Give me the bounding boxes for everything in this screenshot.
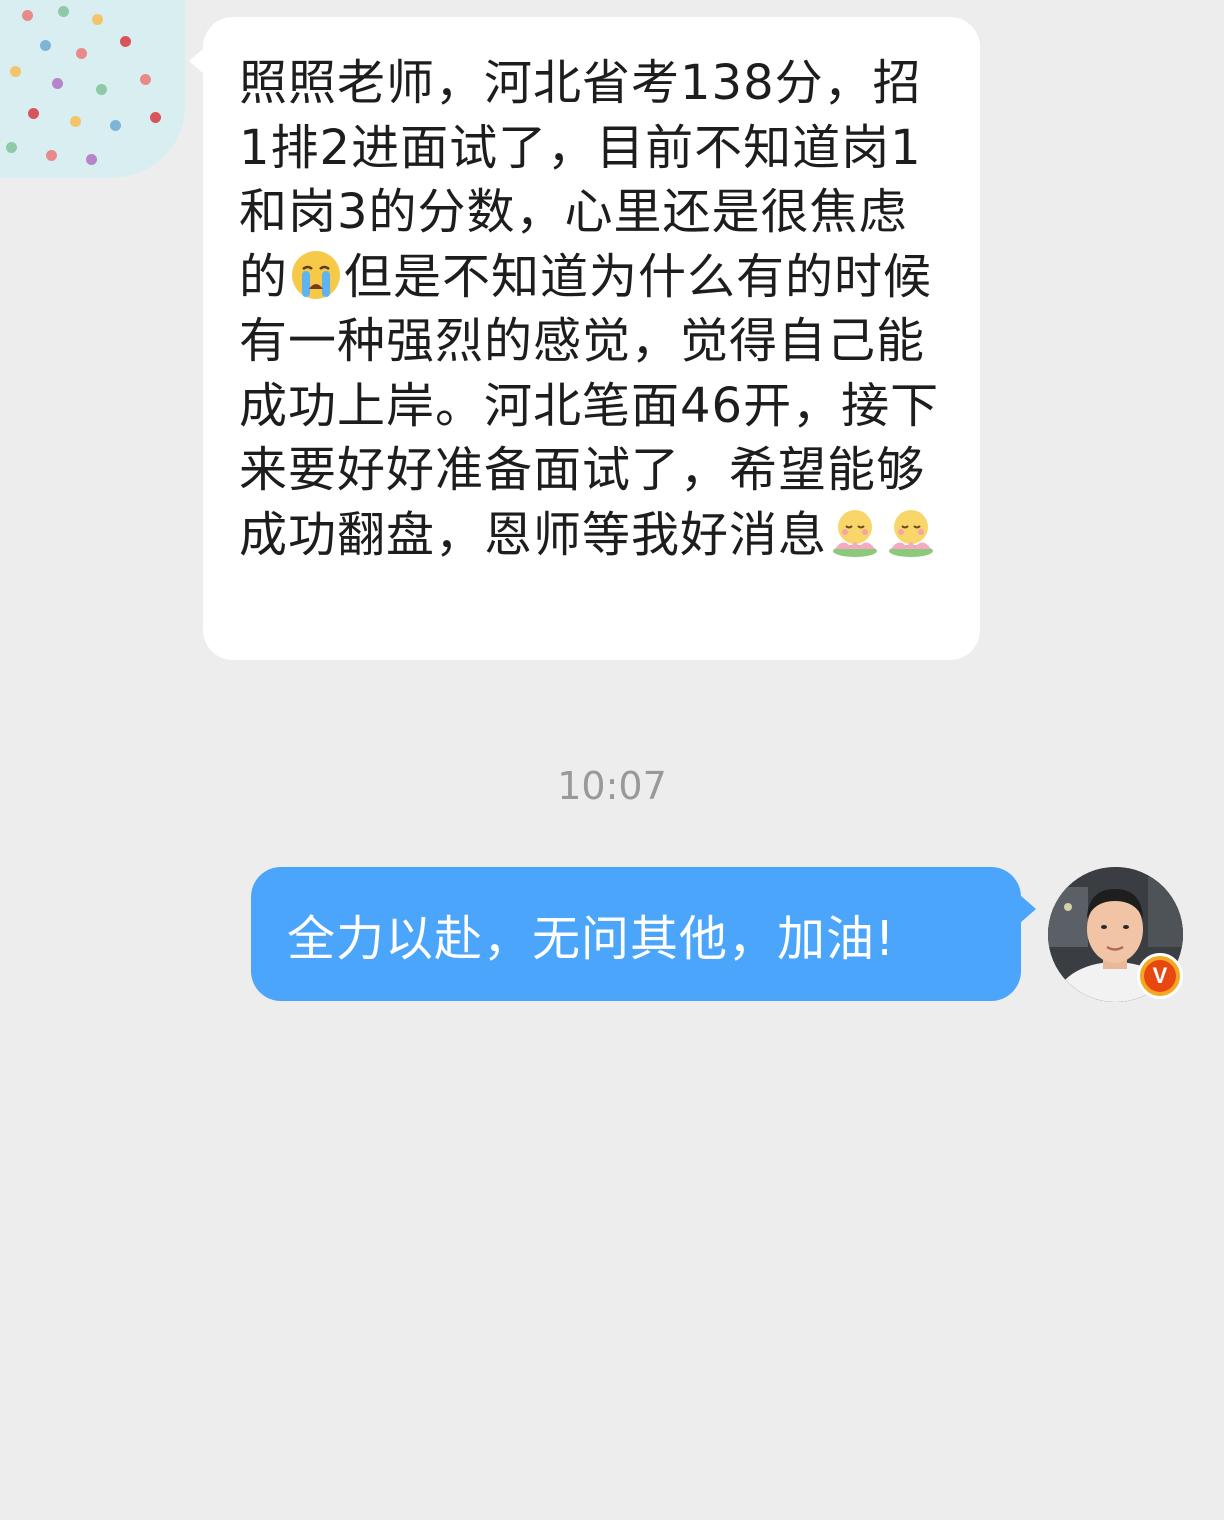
outgoing-message-text: 全力以赴，无问其他，加油! xyxy=(287,911,896,967)
avatar-pattern-dot xyxy=(10,66,21,77)
avatar-pattern-dot xyxy=(76,48,87,59)
avatar-pattern-dot xyxy=(70,116,81,127)
avatar-pattern-dot xyxy=(28,108,39,119)
chat-view: 照照老师，河北省考138分，招1排2进面试了，目前不知道岗1和岗3的分数，心里还… xyxy=(0,0,1224,1520)
verified-badge-inner: V xyxy=(1144,960,1176,992)
avatar-pattern-dot xyxy=(46,150,57,161)
avatar-pattern-dot xyxy=(58,6,69,17)
incoming-message-bubble[interactable]: 照照老师，河北省考138分，招1排2进面试了，目前不知道岗1和岗3的分数，心里还… xyxy=(189,17,980,660)
lotus-smile-icon xyxy=(833,509,878,557)
lotus-smile-icon xyxy=(889,509,934,557)
avatar-pattern-dot xyxy=(86,154,97,165)
avatar-pattern-dot xyxy=(140,74,151,85)
avatar-pattern-dot xyxy=(150,112,161,123)
verified-badge-letter: V xyxy=(1152,963,1168,988)
crying-face-icon xyxy=(292,250,341,299)
avatar-pattern-dot xyxy=(110,120,121,131)
contact-avatar[interactable] xyxy=(0,0,185,178)
avatar-pattern-dot xyxy=(40,40,51,51)
outgoing-message-bubble[interactable]: 全力以赴，无问其他，加油! xyxy=(251,867,1036,1001)
incoming-message-text: 照照老师，河北省考138分，招1排2进面试了，目前不知道岗1和岗3的分数，心里还… xyxy=(239,51,952,567)
avatar-pattern-dot xyxy=(92,14,103,25)
avatar-pattern-dot xyxy=(120,36,131,47)
message-timestamp: 10:07 xyxy=(557,764,667,808)
avatar-pattern-dot xyxy=(96,84,107,95)
avatar-pattern-dot xyxy=(6,142,17,153)
verified-badge-icon: V xyxy=(1137,953,1183,999)
avatar-pattern-dot xyxy=(22,10,33,21)
avatar-pattern-dot xyxy=(52,78,63,89)
